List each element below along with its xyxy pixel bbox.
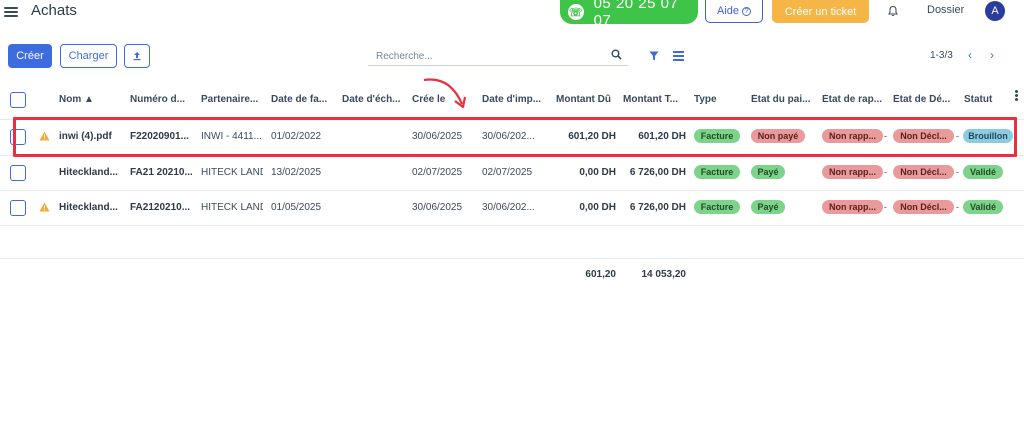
cell-nom[interactable]: Hiteckland...	[59, 202, 125, 213]
cell-numero: FA2120210...	[130, 202, 191, 213]
cell-nom[interactable]: inwi (4).pdf	[59, 131, 125, 142]
cell-montant-du: 0,00 DH	[579, 202, 616, 213]
separator-dash: -	[956, 202, 959, 212]
cell-date-facture: 01/05/2025	[271, 202, 322, 213]
declaration-status-badge: Non Décl...	[893, 165, 954, 179]
row-checkbox[interactable]	[10, 165, 26, 181]
row-checkbox[interactable]	[10, 129, 26, 145]
column-header-date-import[interactable]: Date d'imp...	[482, 94, 548, 105]
cell-date-facture: 13/02/2025	[271, 167, 322, 178]
reconciliation-status-badge: Non rapp...	[822, 165, 883, 179]
cell-date-import: 30/06/202...	[482, 131, 535, 142]
cell-cree-le: 02/07/2025	[412, 167, 463, 178]
headset-icon: ☏	[568, 4, 584, 20]
payment-status-badge: Non payé	[751, 129, 805, 143]
table-header: Nom ▲ Numéro d... Partenaire... Date de …	[0, 86, 1024, 116]
column-header-statut[interactable]: Statut	[964, 94, 1010, 105]
column-header-montant-total[interactable]: Montant T...	[623, 94, 687, 105]
create-button[interactable]: Créer	[8, 44, 52, 68]
upload-button[interactable]: Charger	[60, 44, 117, 68]
status-badge: Brouillon	[963, 129, 1013, 143]
cell-nom[interactable]: Hiteckland...	[59, 167, 125, 178]
cell-montant-total: 6 726,00 DH	[629, 202, 686, 213]
row-checkbox[interactable]	[10, 200, 26, 216]
column-header-montant-du[interactable]: Montant Dû	[556, 94, 616, 105]
help-icon: ?	[742, 6, 752, 16]
search-icon[interactable]	[611, 49, 622, 60]
annotation-arrow	[423, 78, 467, 109]
cell-date-facture: 01/02/2022	[271, 131, 322, 142]
separator-dash: -	[884, 202, 887, 212]
empty-row	[0, 225, 1024, 259]
cell-partenaire: HITECK LAND	[201, 202, 263, 213]
warning-icon	[39, 131, 50, 141]
list-view-icon[interactable]	[673, 51, 684, 61]
create-ticket-button[interactable]: Créer un ticket	[772, 0, 869, 23]
cell-montant-total: 601,20 DH	[638, 131, 686, 142]
cell-numero: FA21 20210...	[130, 167, 192, 178]
declaration-status-badge: Non Décl...	[893, 129, 954, 143]
column-header-type[interactable]: Type	[694, 94, 744, 105]
cell-montant-du: 601,20 DH	[568, 131, 616, 142]
chevron-left-icon[interactable]: ‹	[968, 48, 980, 62]
separator-dash: -	[956, 167, 959, 177]
cell-partenaire: HITECK LAND	[201, 167, 263, 178]
support-phone-button[interactable]: ☏ 05 20 25 07 07	[560, 0, 698, 29]
status-badge: Validé	[963, 200, 1003, 214]
table-row[interactable]: Hiteckland... FA2120210... HITECK LAND 0…	[0, 190, 1024, 224]
avatar[interactable]: A	[985, 1, 1005, 21]
column-header-nom[interactable]: Nom ▲	[59, 94, 123, 105]
payment-status-badge: Payé	[751, 200, 785, 214]
warning-icon	[39, 202, 50, 212]
reconciliation-status-badge: Non rapp...	[822, 200, 883, 214]
help-button[interactable]: Aide ?	[705, 0, 763, 23]
table-row[interactable]: Hiteckland... FA21 20210... HITECK LAND …	[0, 155, 1024, 189]
bell-icon[interactable]	[887, 5, 899, 17]
total-montant-du: 601,20	[585, 269, 616, 280]
import-button[interactable]	[124, 44, 150, 68]
cell-cree-le: 30/06/2025	[412, 202, 463, 213]
cell-montant-total: 6 726,00 DH	[629, 167, 686, 178]
column-header-date-facture[interactable]: Date de fa...	[271, 94, 331, 105]
separator-dash: -	[884, 167, 887, 177]
page-title: Achats	[31, 2, 77, 19]
chevron-right-icon[interactable]: ›	[990, 48, 1002, 62]
column-header-etat-declaration[interactable]: État de Dé...	[893, 94, 957, 105]
cell-date-import: 02/07/2025	[482, 167, 533, 178]
cell-partenaire: INWI - 4411...	[201, 131, 262, 142]
type-badge: Facture	[694, 129, 740, 143]
type-badge: Facture	[694, 200, 740, 214]
type-badge: Facture	[694, 165, 740, 179]
more-vertical-icon[interactable]	[1015, 90, 1018, 102]
separator-dash: -	[956, 131, 959, 141]
status-badge: Validé	[963, 165, 1003, 179]
payment-status-badge: Payé	[751, 165, 785, 179]
dossier-menu[interactable]: Dossier	[927, 4, 964, 16]
column-header-etat-rapprochement[interactable]: État de rap...	[822, 94, 886, 105]
search-box	[368, 46, 628, 66]
cell-date-import: 30/06/202...	[482, 202, 535, 213]
column-header-etat-paiement[interactable]: État du pai...	[751, 94, 815, 105]
total-montant-total: 14 053,20	[641, 269, 687, 280]
search-input[interactable]	[368, 47, 598, 66]
column-header-partenaire[interactable]: Partenaire...	[201, 94, 261, 105]
table-row[interactable]: inwi (4).pdf F22020901... INWI - 4411...…	[0, 119, 1024, 153]
reconciliation-status-badge: Non rapp...	[822, 129, 883, 143]
column-header-numero[interactable]: Numéro d...	[130, 94, 188, 105]
upload-icon	[133, 52, 141, 61]
cell-montant-du: 0,00 DH	[579, 167, 616, 178]
cell-cree-le: 30/06/2025	[412, 131, 463, 142]
cell-numero: F22020901...	[130, 131, 189, 142]
declaration-status-badge: Non Décl...	[893, 200, 954, 214]
top-bar: Achats ☏ 05 20 25 07 07 Aide ? Créer un …	[0, 0, 1024, 29]
column-header-date-echeance[interactable]: Date d'éch...	[342, 94, 402, 105]
menu-icon[interactable]	[4, 5, 18, 19]
support-phone-number: 05 20 25 07 07	[593, 0, 679, 29]
filter-icon[interactable]	[649, 51, 659, 61]
help-label: Aide	[716, 5, 740, 17]
separator-dash: -	[884, 131, 887, 141]
pagination-count: 1-3/3	[930, 50, 953, 61]
